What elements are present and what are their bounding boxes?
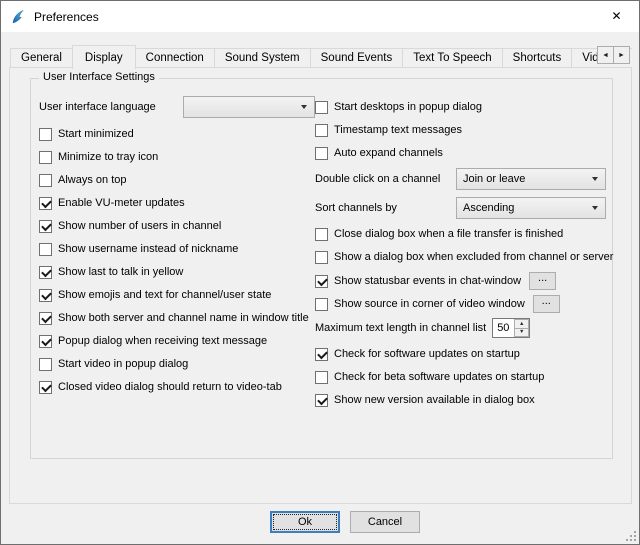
checkbox-box[interactable]	[315, 298, 328, 311]
checkbox-box	[39, 335, 52, 348]
double-click-select[interactable]: Join or leave	[456, 168, 606, 190]
checkbox-box	[39, 197, 52, 210]
cancel-button[interactable]: Cancel	[350, 511, 420, 533]
tab-sound-events[interactable]: Sound Events	[310, 48, 404, 67]
tab-strip: General Display Connection Sound System …	[10, 45, 632, 69]
resize-grip[interactable]	[624, 529, 637, 542]
sort-channels-value: Ascending	[463, 202, 514, 214]
checkbox-check-beta-updates[interactable]: Check for beta software updates on start…	[315, 369, 606, 385]
checkbox-box	[39, 289, 52, 302]
group-title: User Interface Settings	[39, 71, 159, 83]
chevron-down-icon	[301, 105, 307, 109]
checkbox-dialog-when-excluded[interactable]: Show a dialog box when excluded from cha…	[315, 249, 606, 265]
tab-general[interactable]: General	[10, 48, 73, 67]
checkbox-box	[315, 251, 328, 264]
checkbox-closed-video-return[interactable]: Closed video dialog should return to vid…	[39, 379, 315, 395]
preferences-dialog: Preferences ✕ General Display Connection…	[0, 0, 640, 545]
tab-text-to-speech[interactable]: Text To Speech	[402, 48, 502, 67]
double-click-value: Join or leave	[463, 173, 525, 185]
tab-scroll-left-button[interactable]: ◄	[597, 46, 614, 64]
checkbox-box	[39, 128, 52, 141]
tab-scroll-buttons: ◄ ►	[597, 46, 630, 64]
chevron-down-icon	[592, 206, 598, 210]
checkbox-box	[315, 371, 328, 384]
checkbox-box	[315, 124, 328, 137]
checkbox-popup-on-text-message[interactable]: Popup dialog when receiving text message	[39, 333, 315, 349]
sort-channels-row: Sort channels by Ascending	[315, 197, 606, 219]
left-column: User interface language Start minimized …	[39, 96, 315, 415]
checkbox-close-on-file-transfer[interactable]: Close dialog box when a file transfer is…	[315, 226, 606, 242]
sort-channels-select[interactable]: Ascending	[456, 197, 606, 219]
checkbox-box	[39, 174, 52, 187]
dialog-footer: Ok Cancel	[1, 511, 639, 533]
tab-sound-system[interactable]: Sound System	[214, 48, 311, 67]
right-column: Start desktops in popup dialog Timestamp…	[315, 96, 606, 415]
max-text-length-row: Maximum text length in channel list 50 ▲…	[315, 318, 606, 338]
checkbox-start-video-popup[interactable]: Start video in popup dialog	[39, 356, 315, 372]
tab-shortcuts[interactable]: Shortcuts	[502, 48, 573, 67]
chevron-down-icon	[592, 177, 598, 181]
checkbox-box	[39, 358, 52, 371]
checkbox-box	[39, 266, 52, 279]
sort-channels-label: Sort channels by	[315, 202, 397, 214]
checkbox-box	[315, 101, 328, 114]
window-title: Preferences	[34, 10, 99, 24]
double-click-label: Double click on a channel	[315, 173, 440, 185]
statusbar-events-row: Show statusbar events in chat-window ...	[315, 272, 606, 290]
close-icon: ✕	[611, 9, 621, 23]
checkbox-new-version-dialog[interactable]: Show new version available in dialog box	[315, 392, 606, 408]
tab-display[interactable]: Display	[72, 45, 136, 69]
statusbar-events-label: Show statusbar events in chat-window	[334, 275, 521, 287]
tab-connection[interactable]: Connection	[135, 48, 215, 67]
statusbar-events-more-button[interactable]: ...	[529, 272, 556, 290]
checkbox-box	[315, 348, 328, 361]
checkbox-box	[39, 381, 52, 394]
language-label: User interface language	[39, 101, 156, 113]
max-text-length-value: 50	[493, 319, 514, 337]
tab-scroll-right-button[interactable]: ►	[613, 46, 630, 64]
video-source-more-button[interactable]: ...	[533, 295, 560, 313]
checkbox-minimize-to-tray[interactable]: Minimize to tray icon	[39, 149, 315, 165]
user-interface-settings-group: User Interface Settings User interface l…	[30, 78, 613, 459]
titlebar[interactable]: Preferences ✕	[1, 1, 639, 32]
max-text-length-label: Maximum text length in channel list	[315, 322, 486, 334]
checkbox-box	[39, 312, 52, 325]
checkbox-box	[315, 228, 328, 241]
arrow-left-icon: ◄	[602, 52, 609, 59]
checkbox-box	[39, 243, 52, 256]
close-button[interactable]: ✕	[594, 1, 639, 31]
checkbox-box	[39, 151, 52, 164]
checkbox-check-updates[interactable]: Check for software updates on startup	[315, 346, 606, 362]
checkbox-timestamp-messages[interactable]: Timestamp text messages	[315, 122, 606, 138]
checkbox-auto-expand-channels[interactable]: Auto expand channels	[315, 145, 606, 161]
checkbox-always-on-top[interactable]: Always on top	[39, 172, 315, 188]
checkbox-start-minimized[interactable]: Start minimized	[39, 126, 315, 142]
video-source-corner-row: Show source in corner of video window ..…	[315, 295, 606, 313]
checkbox-last-to-talk-yellow[interactable]: Show last to talk in yellow	[39, 264, 315, 280]
checkbox-start-desktops-popup[interactable]: Start desktops in popup dialog	[315, 99, 606, 115]
checkbox-show-user-count[interactable]: Show number of users in channel	[39, 218, 315, 234]
checkbox-vu-meter-updates[interactable]: Enable VU-meter updates	[39, 195, 315, 211]
app-icon	[10, 9, 26, 25]
spin-down-icon[interactable]: ▼	[514, 328, 529, 338]
checkbox-box	[315, 147, 328, 160]
display-tab-page: User Interface Settings User interface l…	[9, 67, 632, 504]
checkbox-box[interactable]	[315, 275, 328, 288]
checkbox-emojis-text-state[interactable]: Show emojis and text for channel/user st…	[39, 287, 315, 303]
language-row: User interface language	[39, 96, 315, 118]
checkbox-box	[315, 394, 328, 407]
arrow-right-icon: ►	[618, 52, 625, 59]
video-source-label: Show source in corner of video window	[334, 298, 525, 310]
ok-button[interactable]: Ok	[270, 511, 340, 533]
max-text-length-spinner[interactable]: 50 ▲ ▼	[492, 318, 530, 338]
checkbox-show-username[interactable]: Show username instead of nickname	[39, 241, 315, 257]
language-select[interactable]	[183, 96, 315, 118]
checkbox-server-channel-in-title[interactable]: Show both server and channel name in win…	[39, 310, 315, 326]
double-click-row: Double click on a channel Join or leave	[315, 168, 606, 190]
checkbox-box	[39, 220, 52, 233]
